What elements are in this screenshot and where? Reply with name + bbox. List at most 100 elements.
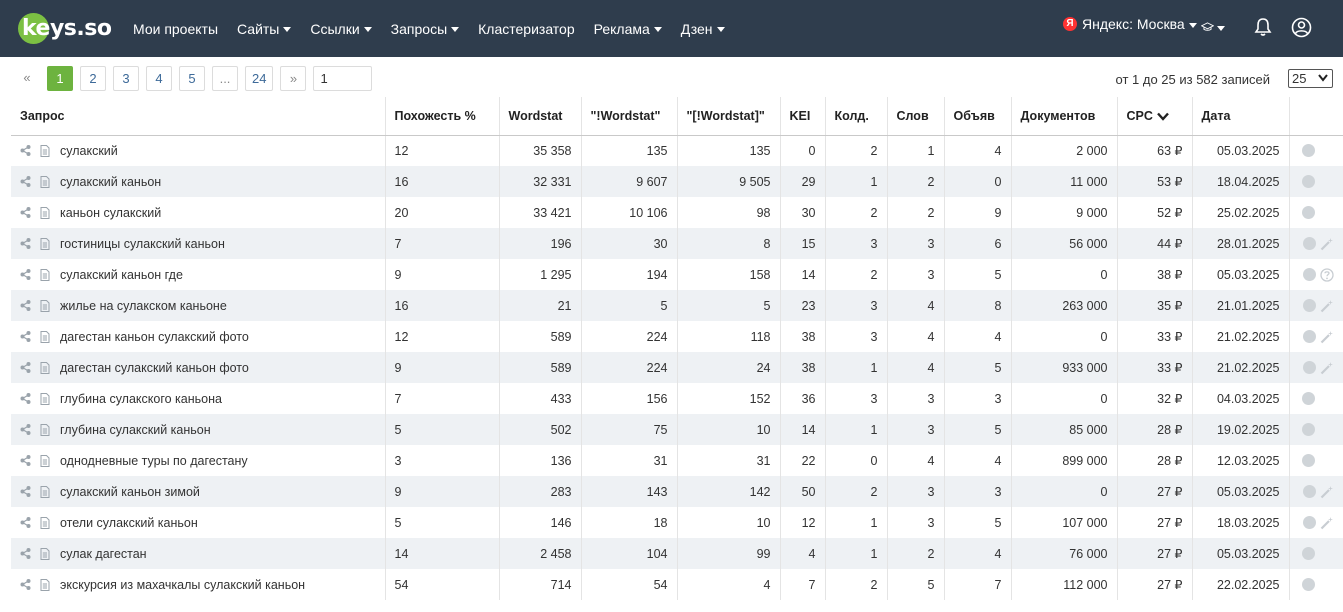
share-icon[interactable] (20, 269, 31, 280)
column-header[interactable]: Документов (1011, 97, 1118, 136)
nav-item-5[interactable]: Реклама (594, 21, 662, 37)
page-button[interactable]: ... (212, 66, 238, 91)
column-header[interactable]: Запрос (11, 97, 386, 136)
bell-icon[interactable] (1251, 15, 1275, 39)
globe-icon[interactable] (1303, 361, 1316, 374)
page-button[interactable]: 1 (47, 66, 73, 91)
query-text[interactable]: гостиницы сулакский каньон (60, 237, 225, 251)
query-text[interactable]: глубина сулакского каньона (60, 392, 222, 406)
column-header[interactable]: "[!Wordstat]" (677, 97, 781, 136)
share-icon[interactable] (20, 579, 31, 590)
share-icon[interactable] (20, 424, 31, 435)
keys-so-logo[interactable]: keys.so (18, 11, 112, 45)
document-icon[interactable] (40, 237, 50, 250)
nav-item-1[interactable]: Сайты (237, 21, 292, 37)
document-icon[interactable] (40, 516, 50, 529)
column-header[interactable]: KEI (780, 97, 826, 136)
globe-icon[interactable] (1302, 423, 1315, 436)
nav-item-4[interactable]: Кластеризатор (478, 21, 574, 37)
table-row[interactable]: сулакский каньон зимой 9 283 143 142 50 2 3 3 0 27… (11, 476, 1343, 507)
query-text[interactable]: однодневные туры по дагестану (60, 454, 248, 468)
query-text[interactable]: сулакский каньон где (60, 268, 183, 282)
document-icon[interactable] (40, 175, 50, 188)
magic-wand-icon[interactable] (1320, 485, 1334, 499)
share-icon[interactable] (20, 393, 31, 404)
table-row[interactable]: однодневные туры по дагестану 3 136 31 31 22 0… (11, 445, 1343, 476)
share-icon[interactable] (20, 238, 31, 249)
column-header[interactable]: Объяв (944, 97, 1012, 136)
globe-icon[interactable] (1302, 144, 1315, 158)
magic-wand-icon[interactable] (1320, 361, 1334, 375)
share-icon[interactable] (20, 548, 31, 559)
share-icon[interactable] (20, 176, 31, 187)
document-icon[interactable] (40, 392, 50, 405)
share-icon[interactable] (20, 517, 31, 528)
query-text[interactable]: сулакский каньон зимой (60, 485, 200, 499)
column-header[interactable]: Колд. (825, 97, 888, 136)
prev-page-button[interactable]: « (14, 66, 40, 91)
nav-item-3[interactable]: Запросы (391, 21, 460, 37)
share-icon[interactable] (20, 145, 31, 157)
globe-icon[interactable] (1303, 516, 1316, 529)
magic-wand-icon[interactable] (1320, 330, 1334, 344)
query-text[interactable]: дагестан сулакский каньон фото (60, 361, 249, 375)
query-text[interactable]: сулак дагестан (60, 547, 147, 561)
column-header[interactable]: Дата (1192, 97, 1290, 136)
globe-icon[interactable] (1303, 330, 1316, 343)
table-row[interactable]: сулакский каньон где 9 1 295 194 158 14 2 3 5 0 38… (11, 259, 1343, 290)
document-icon[interactable] (40, 361, 50, 374)
next-page-button[interactable]: » (280, 66, 307, 91)
magic-wand-icon[interactable] (1320, 299, 1334, 313)
question-icon[interactable] (1320, 267, 1334, 282)
nav-item-2[interactable]: Ссылки (310, 21, 372, 37)
document-icon[interactable] (40, 547, 50, 560)
share-icon[interactable] (20, 331, 31, 342)
user-profile-icon[interactable] (1289, 15, 1313, 39)
magic-wand-icon[interactable] (1320, 237, 1334, 251)
share-icon[interactable] (20, 455, 31, 466)
globe-icon[interactable] (1303, 237, 1316, 250)
query-text[interactable]: каньон сулакский (60, 206, 161, 220)
query-text[interactable]: сулакский (60, 144, 118, 158)
document-icon[interactable] (40, 578, 50, 591)
share-icon[interactable] (20, 486, 31, 497)
table-row[interactable]: глубина сулакский каньон 5 502 75 10 14 1 3 5 85 … (11, 414, 1343, 445)
document-icon[interactable] (40, 423, 50, 436)
globe-icon[interactable] (1302, 392, 1315, 405)
document-icon[interactable] (40, 485, 50, 498)
table-row[interactable]: сулакский каньон 16 32 331 9 607 9 505 29 1 2 0 1… (11, 166, 1343, 197)
query-text[interactable]: экскурсия из махачкалы сулакский каньон (60, 578, 305, 592)
column-header[interactable]: Похожесть % (385, 97, 500, 136)
table-row[interactable]: дагестан каньон сулакский фото 12 589 224 11… (11, 321, 1343, 352)
document-icon[interactable] (40, 330, 50, 343)
page-button[interactable]: 4 (146, 66, 172, 91)
globe-icon[interactable] (1302, 175, 1315, 188)
document-icon[interactable] (40, 454, 50, 467)
globe-icon[interactable] (1302, 206, 1315, 219)
document-icon[interactable] (40, 144, 50, 157)
table-row[interactable]: каньон сулакский 20 33 421 10 106 98 30 2 2 9 9 0… (11, 197, 1343, 228)
share-icon[interactable] (20, 207, 31, 218)
column-header[interactable]: Wordstat (499, 97, 582, 136)
column-header[interactable]: CPC (1117, 97, 1193, 136)
share-icon[interactable] (20, 362, 31, 373)
page-button[interactable]: 5 (179, 66, 205, 91)
table-row[interactable]: отели сулакский каньон 5 146 18 10 12 1 3 5 107 0… (11, 507, 1343, 538)
document-icon[interactable] (40, 206, 50, 219)
table-row[interactable]: дагестан сулакский каньон фото 9 589 224 24 3… (11, 352, 1343, 383)
table-row[interactable]: гостиницы сулакский каньон 7 196 30 8 15 3 3 6 56… (11, 228, 1343, 259)
page-button[interactable]: 2 (80, 66, 106, 91)
page-button[interactable]: 24 (245, 66, 274, 91)
table-row[interactable]: сулак дагестан 14 2 458 104 99 4 1 2 4 76 000 27 ₽… (11, 538, 1343, 569)
table-row[interactable]: экскурсия из махачкалы сулакский каньон 5… (11, 569, 1343, 600)
document-icon[interactable] (40, 299, 50, 312)
page-button[interactable]: 3 (113, 66, 139, 91)
nav-item-0[interactable]: Мои проекты (133, 21, 218, 37)
share-icon[interactable] (20, 300, 31, 311)
query-text[interactable]: дагестан каньон сулакский фото (60, 330, 249, 344)
education-hat-icon[interactable] (1201, 15, 1225, 39)
document-icon[interactable] (40, 268, 50, 281)
query-text[interactable]: глубина сулакский каньон (60, 423, 211, 437)
table-row[interactable]: глубина сулакского каньона 7 433 156 152 36 3 3… (11, 383, 1343, 414)
query-text[interactable]: жилье на сулакском каньоне (60, 299, 227, 313)
